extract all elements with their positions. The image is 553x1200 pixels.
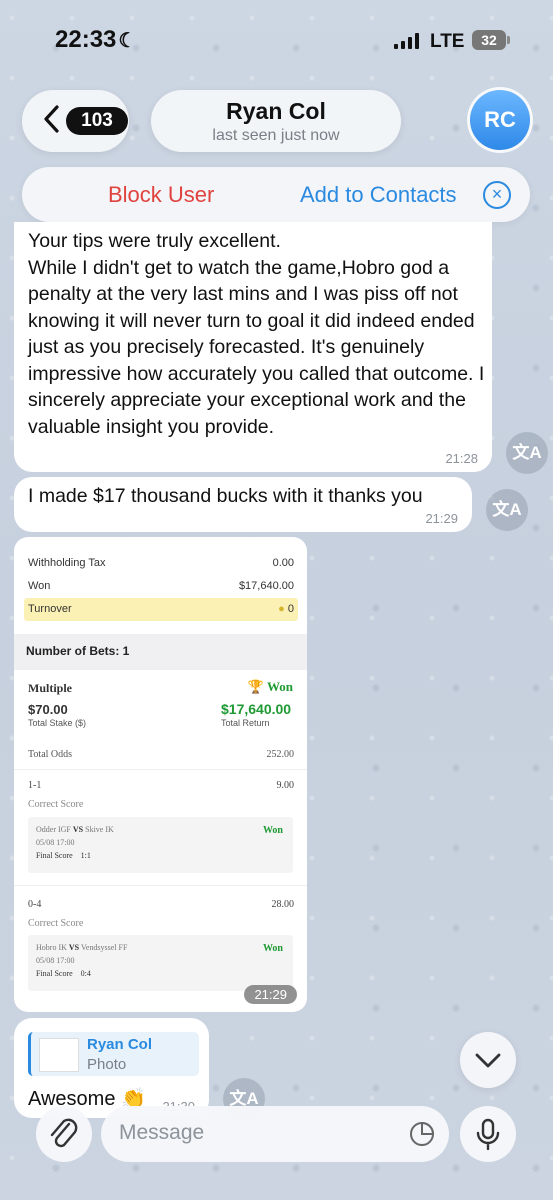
turnover-value: ● 0	[278, 603, 294, 615]
away-team: Skive IK	[85, 825, 114, 834]
withholding-label: Withholding Tax	[28, 557, 106, 569]
attach-button[interactable]	[36, 1106, 92, 1162]
incoming-message[interactable]: Your tips were truly excellent. While I …	[14, 222, 492, 472]
message-input[interactable]: Message	[101, 1106, 449, 1162]
message-placeholder: Message	[119, 1121, 205, 1144]
clock: 22:33 ☾	[55, 26, 136, 54]
reply-type: Photo	[87, 1056, 127, 1073]
total-odds-value: 252.00	[266, 749, 295, 760]
won-label: Won	[28, 580, 51, 592]
won-value: $17,640.00	[238, 580, 294, 592]
microphone-icon	[476, 1118, 500, 1151]
message-text: Your tips were truly excellent. While I …	[28, 230, 485, 438]
return-amount: $17,640.00	[221, 701, 292, 717]
scroll-to-bottom-button[interactable]	[460, 1032, 516, 1088]
sticker-icon[interactable]	[409, 1121, 435, 1147]
reply-author: Ryan Col	[87, 1036, 153, 1053]
won-badge: 🏆 Won	[248, 679, 293, 695]
unread-count-badge: 103	[66, 107, 128, 135]
match-teams: Odder IGF VS Skive IK	[36, 825, 114, 834]
stake-amount: $70.00	[28, 702, 68, 717]
chevron-left-icon	[44, 105, 59, 133]
final-score: Final Score 0:4	[36, 969, 91, 978]
message-text: I made $17 thousand bucks with it thanks…	[28, 485, 423, 507]
match-box: Odder IGF VS Skive IK 05/08 17:00 Final …	[28, 817, 293, 873]
total-odds-label: Total Odds	[28, 749, 73, 760]
trophy-icon: 🏆	[247, 679, 264, 694]
incoming-message[interactable]: I made $17 thousand bucks with it thanks…	[14, 477, 472, 532]
translate-icon[interactable]: 文A	[486, 489, 528, 531]
match-teams: Hobro IK VS Vendsyssel FF	[36, 943, 127, 952]
bet-odds: 28.00	[271, 899, 295, 910]
message-time: 21:28	[445, 451, 478, 466]
final-score-value: 1:1	[80, 851, 91, 860]
bet-pick: 0-4	[28, 899, 42, 910]
vs-label: VS	[68, 943, 80, 952]
translate-icon[interactable]: 文A	[506, 432, 548, 474]
home-team: Hobro IK	[36, 943, 67, 952]
turnover-label: Turnover	[28, 603, 72, 615]
match-date: 05/08 17:00	[36, 838, 75, 847]
final-score-label: Final Score	[36, 851, 73, 860]
voice-record-button[interactable]	[460, 1106, 516, 1162]
signal-icon	[394, 33, 420, 49]
bet-odds: 9.00	[276, 780, 295, 791]
network-label: LTE	[430, 31, 465, 52]
turnover-amount: 0	[287, 603, 294, 615]
bet-market: Correct Score	[28, 918, 84, 929]
status-bar: 22:33 ☾ LTE 32	[0, 0, 553, 80]
reply-thumbnail	[39, 1038, 79, 1072]
match-box: Hobro IK VS Vendsyssel FF 05/08 17:00 Fi…	[28, 935, 293, 991]
bet-type: Multiple	[28, 681, 72, 695]
contact-name: Ryan Col	[226, 98, 326, 124]
back-button[interactable]: 103	[22, 90, 129, 152]
block-user-button[interactable]: Block User	[108, 182, 214, 208]
coin-icon: ●	[278, 603, 285, 615]
final-score-value: 0:4	[80, 969, 91, 978]
clock-time: 22:33	[55, 26, 117, 53]
match-date: 05/08 17:00	[36, 956, 75, 965]
final-score: Final Score 1:1	[36, 851, 91, 860]
away-team: Vendsyssel FF	[80, 943, 128, 952]
paperclip-icon	[50, 1118, 78, 1148]
stake-label: Total Stake ($)	[28, 718, 87, 728]
close-icon[interactable]: ×	[483, 181, 511, 209]
battery-icon: 32	[472, 30, 510, 50]
avatar[interactable]: RC	[470, 90, 530, 150]
bet-market: Correct Score	[28, 799, 84, 810]
bet-pick: 1-1	[28, 780, 42, 791]
reply-preview[interactable]: Ryan Col Photo	[28, 1032, 199, 1076]
result-badge: Won	[262, 825, 283, 836]
photo-time: 21:29	[244, 985, 297, 1004]
number-of-bets: Number of Bets: 1	[26, 644, 130, 658]
add-to-contacts-button[interactable]: Add to Contacts	[300, 182, 457, 208]
bets-header: Number of Bets: 1	[14, 634, 307, 670]
chat-title[interactable]: Ryan Col last seen just now	[151, 90, 401, 152]
bet-receipt-photo[interactable]: Withholding Tax 0.00 Won $17,640.00 Turn…	[14, 537, 307, 1012]
withholding-value: 0.00	[272, 557, 294, 569]
last-seen-status: last seen just now	[212, 127, 340, 144]
moon-icon: ☾	[118, 30, 137, 52]
return-label: Total Return	[221, 718, 270, 728]
vs-label: VS	[72, 825, 84, 834]
chevron-down-icon	[475, 1053, 501, 1068]
message-input-bar: Message	[0, 1100, 553, 1200]
won-badge-label: Won	[266, 679, 293, 694]
final-score-label: Final Score	[36, 969, 73, 978]
contact-action-bar: Block User Add to Contacts ×	[22, 167, 530, 222]
message-time: 21:29	[425, 511, 458, 526]
home-team: Odder IGF	[36, 825, 71, 834]
result-badge: Won	[262, 943, 283, 954]
